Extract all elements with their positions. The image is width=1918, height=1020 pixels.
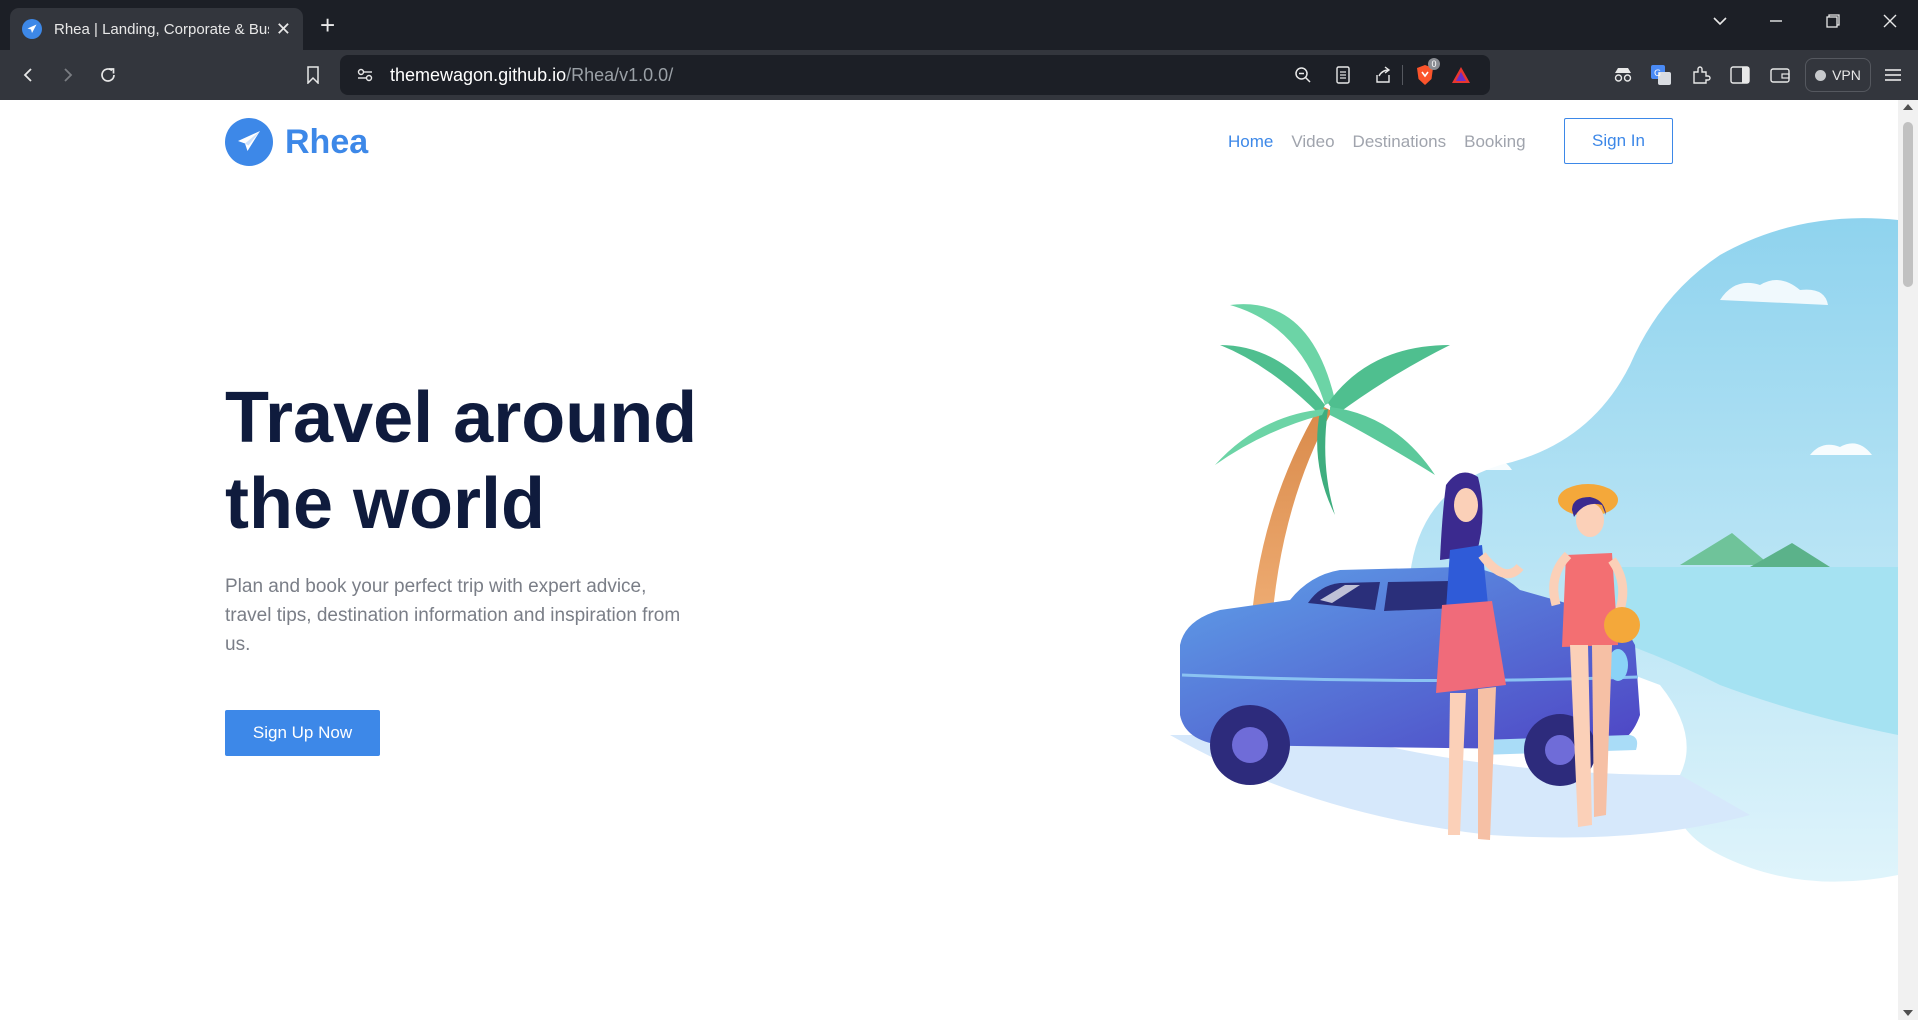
restore-icon[interactable] — [1813, 6, 1853, 36]
wallet-icon[interactable] — [1767, 62, 1793, 88]
bookmark-icon[interactable] — [300, 62, 326, 88]
minimize-icon[interactable] — [1756, 6, 1796, 36]
back-icon[interactable] — [15, 62, 41, 88]
extensions-icon[interactable] — [1688, 62, 1714, 88]
brand[interactable]: Rhea — [225, 118, 368, 166]
plane-favicon-icon — [22, 19, 42, 39]
sidebar-toggle-icon[interactable] — [1727, 62, 1753, 88]
incognito-icon[interactable] — [1610, 62, 1636, 88]
address-bar[interactable]: themewagon.github.io/Rhea/v1.0.0/ 0 — [340, 55, 1490, 95]
url-host: themewagon.github.io — [390, 65, 567, 85]
site-settings-icon[interactable] — [352, 62, 378, 88]
url-path: /Rhea/v1.0.0/ — [566, 65, 674, 85]
person-top — [1446, 545, 1488, 610]
close-window-icon[interactable] — [1870, 6, 1910, 36]
reload-icon[interactable] — [95, 62, 121, 88]
browser-tab[interactable]: Rhea | Landing, Corporate & Business Tem… — [10, 8, 303, 50]
vpn-button[interactable]: VPN — [1805, 58, 1871, 92]
new-tab-icon[interactable]: + — [320, 12, 335, 38]
url-text[interactable]: themewagon.github.io/Rhea/v1.0.0/ — [390, 65, 673, 86]
sign-up-now-button[interactable]: Sign Up Now — [225, 710, 380, 756]
share-icon[interactable] — [1370, 62, 1396, 88]
person-face — [1454, 488, 1478, 522]
vpn-label: VPN — [1832, 67, 1861, 83]
scroll-thumb[interactable] — [1903, 122, 1913, 287]
hero-title-line-1: Travel around — [225, 378, 698, 458]
web-page: Rhea Home Video Destinations Booking Sig… — [0, 100, 1898, 1020]
menu-icon[interactable] — [1880, 62, 1906, 88]
car-wheel-hub — [1545, 735, 1575, 765]
reader-mode-icon[interactable] — [1330, 62, 1356, 88]
translate-icon[interactable]: G — [1648, 62, 1674, 88]
brave-shields-icon[interactable]: 0 — [1412, 58, 1440, 88]
cloud — [1460, 460, 1512, 470]
nav-video[interactable]: Video — [1291, 132, 1334, 152]
brand-name: Rhea — [285, 122, 369, 161]
vpn-status-icon — [1815, 69, 1827, 81]
browser-toolbar: themewagon.github.io/Rhea/v1.0.0/ 0 G VP… — [0, 50, 1918, 100]
sign-in-button[interactable]: Sign In — [1564, 118, 1673, 164]
car-wheel-hub — [1232, 727, 1268, 763]
scroll-down-arrow-icon[interactable] — [1903, 1010, 1913, 1016]
close-tab-icon[interactable]: ✕ — [276, 20, 291, 38]
hero-illustration — [1170, 218, 1898, 882]
nav-home[interactable]: Home — [1228, 132, 1273, 152]
shields-badge: 0 — [1428, 58, 1440, 70]
svg-text:G: G — [1654, 69, 1661, 79]
forward-icon[interactable] — [55, 62, 81, 88]
page-scrollbar[interactable] — [1898, 100, 1918, 1020]
tab-title: Rhea | Landing, Corporate & Business Tem… — [54, 20, 269, 38]
divider — [1402, 65, 1403, 85]
browser-titlebar: Rhea | Landing, Corporate & Business Tem… — [0, 0, 1918, 50]
main-nav: Home Video Destinations Booking — [1228, 132, 1526, 152]
person-bag — [1604, 607, 1640, 643]
hero-description: Plan and book your perfect trip with exp… — [225, 576, 681, 655]
hero-title: Travel around the world — [225, 375, 845, 547]
palm-leaf — [1317, 409, 1335, 515]
palm-leaf — [1330, 407, 1435, 475]
plane-logo-icon — [225, 118, 273, 166]
nav-destinations[interactable]: Destinations — [1353, 132, 1447, 152]
nav-booking[interactable]: Booking — [1464, 132, 1525, 152]
hero-title-line-2: the world — [225, 464, 545, 544]
brave-rewards-icon[interactable] — [1448, 62, 1474, 88]
zoom-out-icon[interactable] — [1290, 62, 1316, 88]
scroll-up-arrow-icon[interactable] — [1903, 104, 1913, 110]
palm-leaf — [1328, 345, 1450, 415]
tab-search-chevron-icon[interactable] — [1700, 6, 1740, 36]
